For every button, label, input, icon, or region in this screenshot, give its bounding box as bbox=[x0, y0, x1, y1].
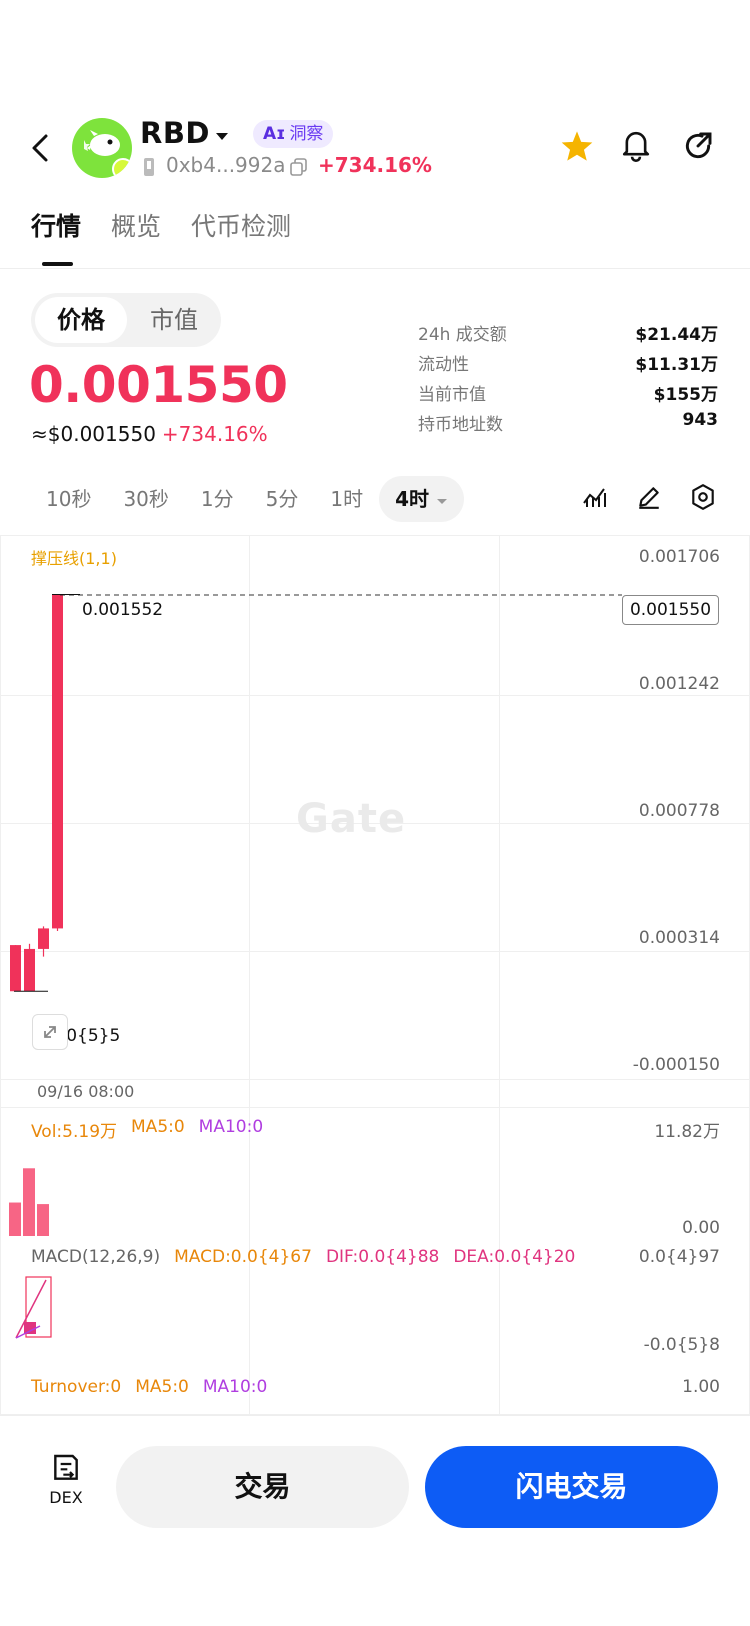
ai-insight-badge[interactable]: Aɪ 洞察 bbox=[253, 120, 334, 148]
macd-max-label: 0.0{4}97 bbox=[638, 1247, 720, 1267]
candle bbox=[52, 594, 63, 929]
current-price-tag: 0.001550 bbox=[622, 595, 719, 625]
macd-dea: DEA:0.0{4}20 bbox=[453, 1247, 576, 1267]
high-price-label: 0.001552 bbox=[82, 600, 164, 620]
stat-value: $11.31万 bbox=[635, 355, 718, 375]
current-price: 0.001550 bbox=[29, 356, 288, 414]
candle bbox=[10, 945, 21, 992]
copy-icon[interactable] bbox=[290, 158, 308, 180]
indicator-icon[interactable] bbox=[582, 485, 608, 513]
toggle-market-cap[interactable]: 市值 bbox=[131, 297, 217, 343]
bell-icon[interactable] bbox=[620, 128, 652, 166]
interval-1m[interactable]: 1分 bbox=[185, 476, 250, 522]
header-change: +734.16% bbox=[318, 153, 432, 177]
macd-label: MACD(12,26,9) bbox=[31, 1247, 161, 1267]
divider bbox=[0, 1415, 750, 1416]
macd-dif: DIF:0.0{4}88 bbox=[325, 1247, 440, 1267]
back-button[interactable] bbox=[22, 128, 58, 168]
draw-pen-icon[interactable] bbox=[636, 484, 662, 514]
turnover-ma10: MA10:0 bbox=[202, 1377, 268, 1397]
tab-market[interactable]: 行情 bbox=[31, 207, 81, 243]
stat-value: $155万 bbox=[653, 385, 718, 405]
tab-underline bbox=[42, 262, 73, 266]
flash-trade-button[interactable]: 闪电交易 bbox=[425, 1446, 718, 1528]
turnover-max-label: 1.00 bbox=[682, 1377, 720, 1397]
volume-label: Vol:5.19万 bbox=[31, 1122, 118, 1142]
volume-bar bbox=[37, 1204, 49, 1236]
volume-indicator-labels: Vol:5.19万 MA5:0 MA10:0 bbox=[31, 1117, 263, 1142]
interval-4h-label: 4时 bbox=[395, 487, 430, 511]
turnover-label: Turnover:0 bbox=[31, 1377, 122, 1397]
toggle-price[interactable]: 价格 bbox=[35, 297, 127, 343]
stat-row: 当前市值 $155万 bbox=[418, 380, 718, 410]
dex-label: DEX bbox=[49, 1488, 83, 1507]
stat-label: 流动性 bbox=[418, 355, 469, 375]
macd-plot bbox=[15, 1276, 52, 1339]
chain-icon bbox=[144, 158, 154, 176]
interval-5m[interactable]: 5分 bbox=[250, 476, 315, 522]
stat-label: 持币地址数 bbox=[418, 415, 503, 435]
ai-insight-label: 洞察 bbox=[289, 124, 324, 144]
stat-value: 943 bbox=[682, 410, 719, 430]
macd-bar bbox=[24, 1322, 36, 1334]
grid-line bbox=[0, 1079, 750, 1080]
caret-down-icon[interactable] bbox=[214, 128, 230, 147]
stat-row: 流动性 $11.31万 bbox=[418, 350, 718, 380]
price-mcap-toggle: 价格 市值 bbox=[31, 293, 221, 347]
volume-min-label: 0.00 bbox=[682, 1218, 720, 1238]
chevron-left-icon bbox=[32, 134, 48, 162]
tab-overview[interactable]: 概览 bbox=[111, 207, 161, 243]
dex-icon bbox=[54, 1454, 78, 1480]
stat-row: 24h 成交额 $21.44万 bbox=[418, 320, 718, 350]
interval-30s[interactable]: 30秒 bbox=[107, 476, 184, 522]
pump-badge-icon bbox=[112, 158, 132, 178]
x-axis-time-label: 09/16 08:00 bbox=[37, 1082, 135, 1101]
macd-min-label: -0.0{5}8 bbox=[643, 1335, 720, 1355]
stat-value: $21.44万 bbox=[635, 325, 718, 345]
interval-selector: 10秒 30秒 1分 5分 1时 4时 bbox=[30, 476, 464, 522]
volume-bars bbox=[9, 1168, 49, 1236]
stat-row: 持币地址数 943 bbox=[418, 410, 718, 440]
turnover-ma5: MA5:0 bbox=[135, 1377, 189, 1397]
price-change: +734.16% bbox=[161, 422, 268, 446]
interval-4h[interactable]: 4时 bbox=[379, 476, 464, 522]
interval-10s[interactable]: 10秒 bbox=[30, 476, 107, 522]
divider bbox=[0, 268, 750, 269]
settings-icon[interactable] bbox=[690, 483, 716, 515]
volume-bar bbox=[9, 1202, 21, 1236]
token-symbol[interactable]: RBD bbox=[140, 116, 210, 150]
grid-line bbox=[0, 1107, 750, 1108]
candle bbox=[38, 928, 49, 949]
usd-price: ≈$0.001550 bbox=[31, 422, 156, 446]
usd-price-line: ≈$0.001550 +734.16% bbox=[31, 422, 268, 446]
dex-button[interactable]: DEX bbox=[40, 1452, 92, 1507]
macd-value: MACD:0.0{4}67 bbox=[174, 1247, 312, 1267]
section-tabs: 行情 概览 代币检测 bbox=[31, 207, 291, 243]
caret-down-icon bbox=[437, 499, 447, 504]
star-icon[interactable] bbox=[560, 130, 594, 166]
interval-1h[interactable]: 1时 bbox=[314, 476, 379, 522]
tab-token-check[interactable]: 代币检测 bbox=[191, 207, 291, 243]
volume-ma10: MA10:0 bbox=[198, 1117, 264, 1137]
token-avatar bbox=[72, 118, 132, 178]
macd-indicator-labels: MACD(12,26,9) MACD:0.0{4}67 DIF:0.0{4}88… bbox=[31, 1247, 575, 1267]
turnover-indicator-labels: Turnover:0 MA5:0 MA10:0 bbox=[31, 1377, 267, 1397]
fullscreen-icon[interactable] bbox=[32, 1014, 68, 1050]
stats-panel: 24h 成交额 $21.44万 流动性 $11.31万 当前市值 $155万 持币地址… bbox=[418, 320, 718, 440]
stat-label: 当前市值 bbox=[418, 385, 486, 405]
contract-address: 0xb4...992a bbox=[166, 153, 286, 177]
volume-max-label: 11.82万 bbox=[654, 1122, 720, 1142]
ai-icon: Aɪ bbox=[263, 124, 286, 144]
volume-ma5: MA5:0 bbox=[131, 1117, 185, 1137]
volume-bar bbox=[23, 1168, 35, 1236]
trade-button[interactable]: 交易 bbox=[116, 1446, 409, 1528]
candle bbox=[24, 948, 35, 992]
share-icon[interactable] bbox=[682, 130, 714, 166]
stat-label: 24h 成交额 bbox=[418, 325, 507, 345]
